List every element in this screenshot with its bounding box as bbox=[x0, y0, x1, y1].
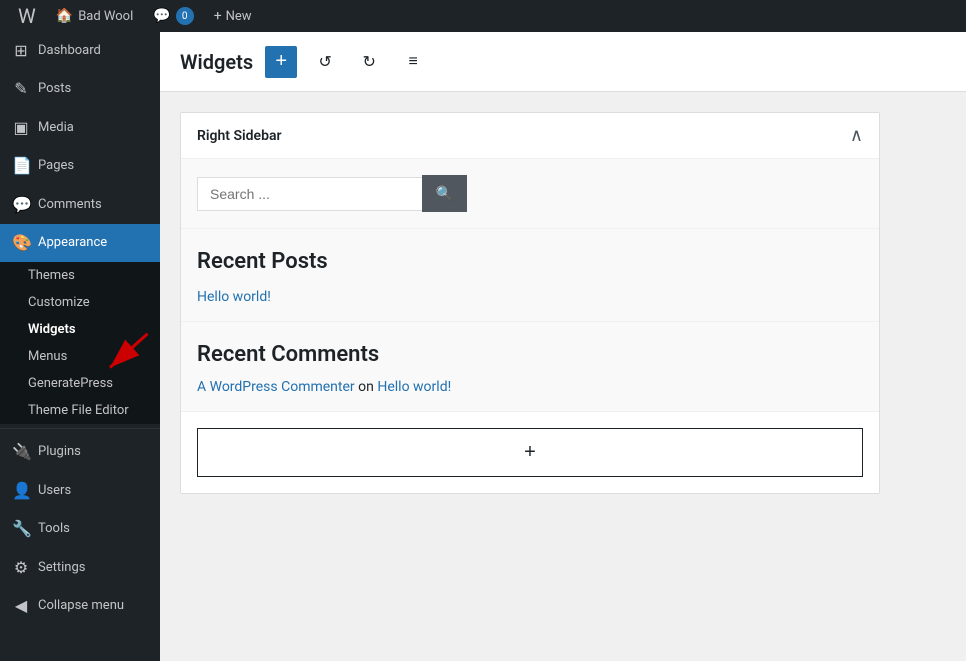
sidebar-item-media[interactable]: ▣ Media bbox=[0, 109, 160, 147]
sidebar-item-tools[interactable]: 🔧 Tools bbox=[0, 510, 160, 548]
recent-posts-block: Recent Posts Hello world! bbox=[181, 229, 879, 322]
collapse-chevron-icon: ∧ bbox=[850, 125, 863, 145]
widget-panel: Right Sidebar ∧ 🔍 Recent bbox=[180, 112, 880, 494]
comments-icon: 💬 bbox=[12, 194, 30, 216]
redo-button[interactable]: ↻ bbox=[353, 46, 385, 78]
sidebar-divider bbox=[0, 428, 160, 429]
sidebar-item-menus[interactable]: Menus bbox=[0, 343, 160, 370]
search-widget: 🔍 bbox=[197, 175, 467, 212]
recent-comments-text: A WordPress Commenter on Hello world! bbox=[197, 379, 863, 395]
search-icon: 🔍 bbox=[436, 185, 453, 201]
more-icon: ≡ bbox=[408, 53, 417, 71]
collapse-icon: ◀ bbox=[12, 595, 30, 617]
recent-posts-title: Recent Posts bbox=[197, 249, 863, 274]
add-block-area: + bbox=[181, 412, 879, 493]
media-icon: ▣ bbox=[12, 117, 30, 139]
adminbar-new[interactable]: + New bbox=[204, 8, 262, 24]
sidebar-item-dashboard[interactable]: ⊞ Dashboard bbox=[0, 32, 160, 70]
plugins-icon: 🔌 bbox=[12, 441, 30, 463]
comment-on-text: on bbox=[358, 379, 377, 395]
redo-icon: ↻ bbox=[362, 52, 375, 72]
users-icon: 👤 bbox=[12, 480, 30, 502]
sidebar-item-appearance[interactable]: 🎨 Appearance bbox=[0, 224, 160, 262]
comment-count-badge: 0 bbox=[176, 7, 194, 25]
pages-icon: 📄 bbox=[12, 155, 30, 177]
content-area: Right Sidebar ∧ 🔍 Recent bbox=[160, 92, 966, 661]
appearance-icon: 🎨 bbox=[12, 232, 30, 254]
sidebar-item-pages[interactable]: 📄 Pages bbox=[0, 147, 160, 185]
adminbar-site[interactable]: 🏠 Bad Wool bbox=[46, 0, 144, 32]
adminbar-logo[interactable]: W bbox=[8, 0, 46, 32]
page-title: Widgets bbox=[180, 50, 253, 74]
recent-comments-block: Recent Comments A WordPress Commenter on… bbox=[181, 322, 879, 412]
add-block-in-panel-button[interactable]: + bbox=[197, 428, 863, 477]
undo-button[interactable]: ↺ bbox=[309, 46, 341, 78]
plus-icon: + bbox=[214, 8, 222, 24]
sidebar-item-comments[interactable]: 💬 Comments bbox=[0, 186, 160, 224]
dashboard-icon: ⊞ bbox=[12, 40, 30, 62]
sidebar-item-collapse[interactable]: ◀ Collapse menu bbox=[0, 587, 160, 625]
sidebar-item-theme-file-editor[interactable]: Theme File Editor bbox=[0, 397, 160, 424]
sidebar-item-settings[interactable]: ⚙ Settings bbox=[0, 549, 160, 587]
main-content: Widgets + ↺ ↻ ≡ Right Sidebar ∧ bbox=[160, 32, 966, 661]
sidebar-item-generatepress[interactable]: GeneratePress bbox=[0, 370, 160, 397]
settings-icon: ⚙ bbox=[12, 557, 30, 579]
recent-comments-title: Recent Comments bbox=[197, 342, 863, 367]
sidebar-item-themes[interactable]: Themes bbox=[0, 262, 160, 289]
widget-panel-title: Right Sidebar bbox=[197, 128, 282, 144]
widgets-header: Widgets + ↺ ↻ ≡ bbox=[160, 32, 966, 92]
posts-icon: ✎ bbox=[12, 78, 30, 100]
search-widget-block: 🔍 bbox=[181, 159, 879, 229]
sidebar-submenu-appearance: Themes Customize Widgets Menus GenerateP… bbox=[0, 262, 160, 424]
search-button[interactable]: 🔍 bbox=[422, 175, 467, 212]
add-block-button[interactable]: + bbox=[265, 46, 297, 78]
widget-panel-header: Right Sidebar ∧ bbox=[181, 113, 879, 159]
sidebar-item-plugins[interactable]: 🔌 Plugins bbox=[0, 433, 160, 471]
sidebar: ⊞ Dashboard ✎ Posts ▣ Media 📄 Pages 💬 Co… bbox=[0, 32, 160, 661]
recent-posts-link-hello-world[interactable]: Hello world! bbox=[197, 289, 271, 305]
comment-post-link[interactable]: Hello world! bbox=[377, 379, 451, 395]
adminbar-comments[interactable]: 💬 0 bbox=[143, 0, 203, 32]
tools-icon: 🔧 bbox=[12, 518, 30, 540]
more-options-button[interactable]: ≡ bbox=[397, 46, 429, 78]
sidebar-item-customize[interactable]: Customize bbox=[0, 289, 160, 316]
undo-icon: ↺ bbox=[318, 52, 331, 72]
search-input[interactable] bbox=[197, 177, 422, 211]
sidebar-item-widgets[interactable]: Widgets bbox=[0, 316, 160, 343]
admin-bar: W 🏠 Bad Wool 💬 0 + New bbox=[0, 0, 966, 32]
sidebar-item-posts[interactable]: ✎ Posts bbox=[0, 70, 160, 108]
comment-author-link[interactable]: A WordPress Commenter bbox=[197, 379, 355, 395]
sidebar-item-users[interactable]: 👤 Users bbox=[0, 472, 160, 510]
collapse-panel-button[interactable]: ∧ bbox=[850, 125, 863, 146]
